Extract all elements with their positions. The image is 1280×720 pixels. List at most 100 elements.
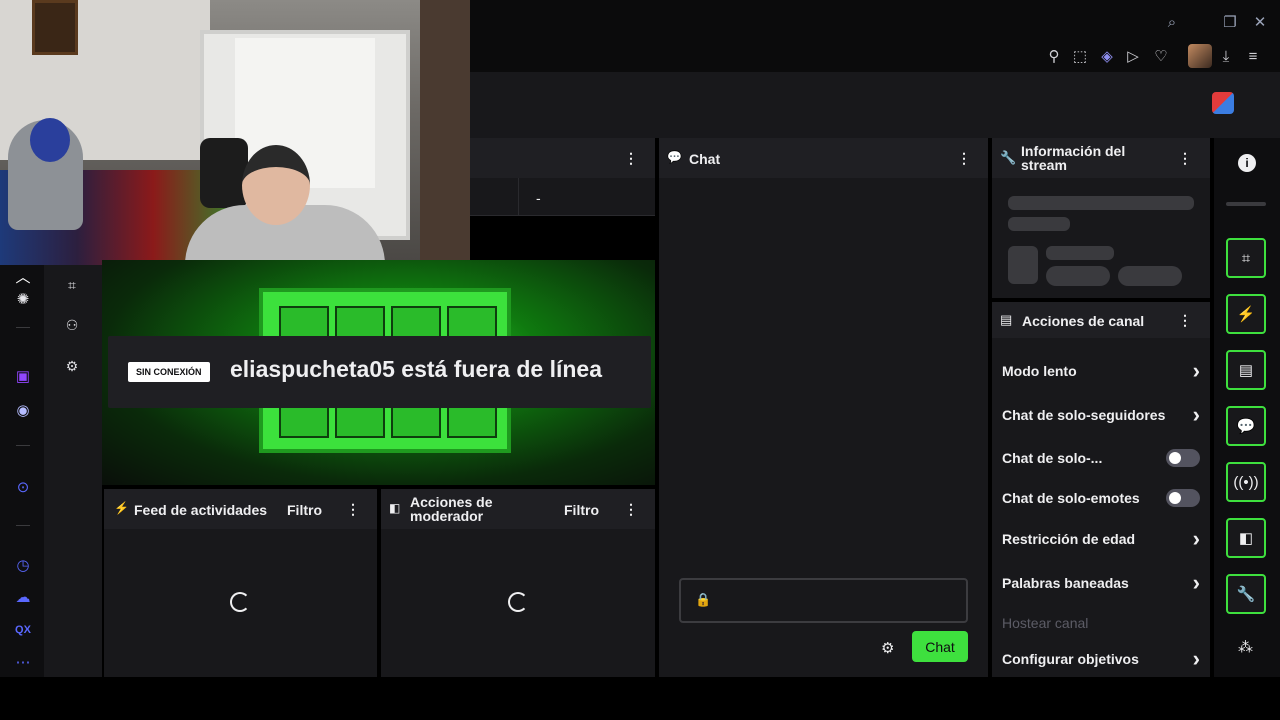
chat-settings-icon[interactable]: ⚙	[881, 639, 894, 657]
right-sidebar: i ⌗ ⚡ ▤ 💬 ((•)) ◧ 🔧 ⁂	[1214, 138, 1280, 677]
stream-info-header: 🔧 Información del stream ⋮	[992, 138, 1210, 178]
stats-row: -	[470, 178, 655, 216]
bottom-bar	[0, 677, 1280, 720]
discord-icon[interactable]: ◉	[12, 399, 34, 421]
chevron-right-icon: ›	[1192, 402, 1200, 427]
app-badge-icon[interactable]	[1212, 92, 1234, 114]
chevron-right-icon: ›	[1192, 570, 1200, 595]
bolt-icon: ⚡	[114, 501, 129, 515]
clock-icon[interactable]: ◷	[12, 554, 34, 576]
search-icon[interactable]: ⌕	[1162, 12, 1182, 32]
left-rail: ︿ ✺ ▣ ◉ ⊙ ◷ ☁ QX ⋯	[0, 265, 44, 677]
channel-action-label: Palabras baneadas	[1002, 575, 1129, 591]
channel-action-item[interactable]: Configurar objetivos ›	[1002, 646, 1200, 671]
pin-icon[interactable]: ⚲	[1044, 46, 1064, 66]
panel-title: Acciones de moderador	[410, 494, 493, 524]
close-icon[interactable]: ✕	[1250, 12, 1270, 32]
shield-icon: ◧	[389, 501, 401, 515]
collapse-icon[interactable]: ︿	[12, 265, 34, 287]
add-widget-icon[interactable]: ⁂	[1238, 638, 1253, 656]
channel-action-item[interactable]: Chat de solo-seguidores ›	[1002, 402, 1200, 427]
panel-header-hidden: ⋮	[470, 138, 655, 178]
channel-action-label: Hostear canal	[1002, 615, 1089, 631]
channel-icon: ▤	[1000, 312, 1013, 327]
offline-message: eliaspucheta05 está fuera de línea	[230, 356, 603, 382]
wrench-button[interactable]: 🔧	[1226, 574, 1266, 614]
channel-action-item[interactable]: Chat de solo-emotes	[1002, 486, 1200, 510]
mod-actions-panel: ◧ Acciones de moderador Filtro ⋮	[381, 489, 655, 677]
channel-action-item[interactable]: Modo lento ›	[1002, 358, 1200, 383]
lock-icon: 🔒	[695, 592, 712, 607]
broadcast-button[interactable]: ((•))	[1226, 462, 1266, 502]
chat-send-button[interactable]: Chat	[912, 631, 968, 662]
channel-action-label: Configurar objetivos	[1002, 651, 1139, 667]
focus-icon[interactable]: ⌗	[62, 275, 82, 295]
chevron-right-icon: ›	[1192, 358, 1200, 383]
chat-button[interactable]: 💬	[1226, 406, 1266, 446]
channel-action-label: Modo lento	[1002, 363, 1077, 379]
mod-actions-header: ◧ Acciones de moderador Filtro ⋮	[381, 489, 655, 529]
screenshot-icon[interactable]: ⬚	[1070, 46, 1090, 66]
toggle-switch[interactable]	[1166, 449, 1200, 467]
panel-title: Chat	[689, 151, 721, 167]
channel-action-item[interactable]: Palabras baneadas ›	[1002, 570, 1200, 595]
bolt-button[interactable]: ⚡	[1226, 294, 1266, 334]
window-titlebar: ⌕ ❐ ✕ ⚲ ⬚ ◈ ▷ ♡ ⤓ ≡	[470, 0, 1280, 72]
loading-spinner-icon	[508, 592, 528, 612]
restore-icon[interactable]: ❐	[1220, 12, 1240, 32]
kebab-menu-icon[interactable]: ⋮	[1178, 312, 1192, 328]
filter-button[interactable]: Filtro	[287, 502, 322, 518]
kebab-menu-icon[interactable]: ⋮	[1178, 150, 1192, 166]
channel-action-label: Restricción de edad	[1002, 531, 1136, 547]
chat-bubble-icon: 💬	[667, 150, 682, 164]
stat-value: -	[536, 190, 541, 206]
focus-mode-button[interactable]: ⌗	[1226, 238, 1266, 278]
heart-icon[interactable]: ♡	[1151, 46, 1171, 66]
channel-action-label: Chat de solo-seguidores	[1002, 407, 1166, 423]
channel-action-item[interactable]: Chat de solo-...	[1002, 446, 1200, 470]
panel-title: Acciones de canal	[1022, 313, 1145, 329]
more-icon[interactable]: ⋯	[12, 651, 34, 673]
mod-actions-button[interactable]: ◧	[1226, 518, 1266, 558]
cloud-icon[interactable]: ☁	[12, 586, 34, 608]
status-badge: SIN CONEXIÓN	[128, 362, 210, 382]
chat-input[interactable]: 🔒	[679, 578, 968, 623]
play-circle-icon[interactable]: ⊙	[12, 476, 34, 498]
webcam-overlay	[0, 0, 470, 265]
notes-button[interactable]: ▤	[1226, 350, 1266, 390]
stream-info-panel: 🔧 Información del stream ⋮	[992, 138, 1210, 298]
avatar[interactable]	[1188, 44, 1212, 68]
toggle-switch[interactable]	[1166, 489, 1200, 507]
chat-header: 💬 Chat ⋮	[659, 138, 988, 178]
channel-action-label: Chat de solo-...	[1002, 450, 1103, 466]
kebab-menu-icon[interactable]: ⋮	[957, 150, 971, 166]
gear-icon[interactable]: ⚙	[62, 356, 82, 376]
filter-button[interactable]: Filtro	[564, 502, 599, 518]
wrench-icon: 🔧	[1000, 150, 1017, 165]
chat-panel: 💬 Chat ⋮ 🔒 ⚙ Chat	[659, 138, 988, 677]
menu-icon[interactable]: ≡	[1243, 46, 1263, 66]
toolbar-strip	[470, 72, 1280, 138]
twitch-icon[interactable]: ▣	[12, 365, 34, 387]
info-icon[interactable]: i	[1238, 154, 1256, 172]
channel-action-item: Hostear canal	[1002, 611, 1200, 635]
pocket-icon[interactable]: ◈	[1097, 46, 1117, 66]
activity-feed-header: ⚡ Feed de actividades Filtro ⋮	[104, 489, 377, 529]
kebab-menu-icon[interactable]: ⋮	[624, 501, 638, 517]
play-icon[interactable]: ▷	[1123, 46, 1143, 66]
channel-actions-panel: ▤ Acciones de canal ⋮ Modo lento › Chat de…	[992, 302, 1210, 677]
users-icon[interactable]: ⚇	[62, 315, 82, 335]
download-icon[interactable]: ⤓	[1216, 46, 1236, 66]
kebab-menu-icon[interactable]: ⋮	[346, 501, 360, 517]
panel-title: Información del stream	[1021, 143, 1126, 173]
channel-action-item[interactable]: Restricción de edad ›	[1002, 526, 1200, 551]
activity-feed-panel: ⚡ Feed de actividades Filtro ⋮	[104, 489, 377, 677]
kebab-menu-icon[interactable]: ⋮	[624, 150, 638, 166]
chevron-right-icon: ›	[1192, 526, 1200, 551]
qx-icon[interactable]: QX	[12, 619, 34, 641]
secondary-rail: ⌗ ⚇ ⚙	[44, 265, 102, 677]
openai-icon[interactable]: ✺	[12, 288, 34, 310]
offline-banner: SIN CONEXIÓN eliaspucheta05 está fuera d…	[108, 336, 651, 408]
channel-action-label: Chat de solo-emotes	[1002, 490, 1140, 506]
panel-title: Feed de actividades	[134, 502, 268, 518]
